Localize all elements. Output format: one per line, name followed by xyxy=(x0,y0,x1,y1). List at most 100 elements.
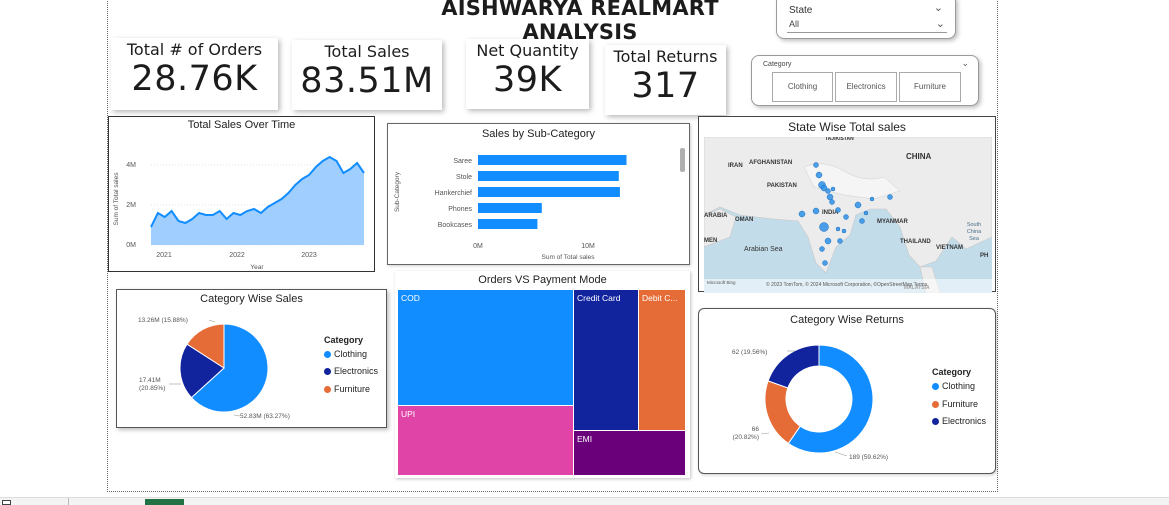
kpi-value: 317 xyxy=(631,66,700,106)
category-chip-electronics[interactable]: Electronics xyxy=(835,72,897,102)
chevron-down-icon[interactable]: ⌄ xyxy=(961,58,969,69)
state-dropdown[interactable]: All ⌄ xyxy=(787,18,947,33)
state-map-panel[interactable]: State Wise Total sales CHINA IRAN AFGHANIS… xyxy=(698,116,996,293)
dashboard-canvas: AISHWARYA REALMART ANALYSIS State ⌄ All … xyxy=(0,0,1169,505)
treemap-tile xyxy=(574,290,638,430)
sales-over-time-panel[interactable]: Total Sales Over Time 0M 2M 4M 2021 2022 2023… xyxy=(108,116,375,272)
state-map[interactable]: CHINAIRAN AFGHANISTANPAKISTANINDIAOMANARA… xyxy=(704,137,992,293)
slice xyxy=(767,344,820,389)
treemap-label: EMI xyxy=(577,434,592,444)
state-dropdown-value: All xyxy=(789,19,800,29)
legend-dot xyxy=(932,401,939,408)
y-axis-title: Sub-Category xyxy=(394,171,401,212)
map-label: TAJIKISTAN xyxy=(825,137,854,142)
category-sales-panel[interactable]: Category Wise Sales 52.83M (63.27%) 17.41… xyxy=(116,289,387,428)
bar xyxy=(478,187,620,197)
data-label: 52.83M (63.27%) xyxy=(240,413,290,420)
legend-item-electronics[interactable]: Electronics xyxy=(932,416,986,426)
sheet-tab-active[interactable] xyxy=(145,499,184,505)
category-returns-panel[interactable]: Category Wise Returns 189 (59.62%) 66 (20.… xyxy=(698,308,996,474)
map-label: MEN xyxy=(704,238,717,244)
map-label: South xyxy=(967,222,981,228)
data-label: (20.82%) xyxy=(733,434,759,441)
map-bubble xyxy=(837,238,843,244)
map-label: THAILAND xyxy=(900,239,931,245)
kpi-card-sales: Total Sales 83.51M xyxy=(292,40,442,110)
state-slicer[interactable]: State ⌄ All ⌄ xyxy=(776,0,956,39)
kpi-value: 39K xyxy=(493,60,562,100)
x-tick-label: 2021 xyxy=(156,252,172,259)
chevron-down-icon: ⌄ xyxy=(935,18,945,30)
kpi-card-orders: Total # of Orders 28.76K xyxy=(111,38,278,110)
leader-line xyxy=(834,451,848,457)
vertical-scrollbar[interactable] xyxy=(680,148,685,172)
category-chip-clothing[interactable]: Clothing xyxy=(772,72,833,102)
map-bubble xyxy=(835,207,841,213)
area-fill xyxy=(151,157,364,245)
data-label: (20.85%) xyxy=(139,385,165,392)
bar xyxy=(478,171,619,181)
kpi-card-quantity: Net Quantity 39K xyxy=(466,39,589,109)
legend-dot xyxy=(324,368,331,375)
legend-dot xyxy=(324,351,331,358)
map-bubble xyxy=(863,210,869,216)
leader-line xyxy=(208,319,216,323)
map-label: MYANMAR xyxy=(877,219,908,225)
map-label: China xyxy=(967,229,982,235)
treemap-label: COD xyxy=(401,293,420,303)
bar xyxy=(478,203,542,213)
legend-item-clothing[interactable]: Clothing xyxy=(324,349,367,359)
x-tick-label: 2022 xyxy=(229,252,245,259)
legend-dot xyxy=(932,418,939,425)
map-bubble xyxy=(819,222,829,232)
divider xyxy=(68,498,69,505)
map-bubble xyxy=(830,186,836,192)
map-bubble xyxy=(812,207,820,215)
y-axis-title: Sum of Total sales xyxy=(113,172,120,226)
legend-item-furniture[interactable]: Furniture xyxy=(932,399,978,409)
x-tick-label: 10M xyxy=(581,243,595,250)
map-bubble xyxy=(869,196,875,202)
legend-label: Electronics xyxy=(334,366,379,376)
payment-mode-panel[interactable]: Orders VS Payment Mode COD UPI Credit Card… xyxy=(395,271,690,478)
x-axis-title: Sum of Total sales xyxy=(542,254,596,261)
x-tick-label: 0M xyxy=(473,243,483,250)
y-category-label: Hankerchief xyxy=(435,190,472,197)
legend-label: Furniture xyxy=(942,399,979,409)
category-chip-furniture[interactable]: Furniture xyxy=(899,72,961,102)
data-label: 13.26M (15.88%) xyxy=(138,317,188,324)
map-label: VIETNAM xyxy=(936,245,963,251)
payment-mode-treemap: COD UPI Credit Card EMI Debit C... xyxy=(398,290,685,475)
map-bubble xyxy=(815,171,823,179)
legend-label: Electronics xyxy=(942,416,987,426)
bar xyxy=(478,155,627,165)
map-bubble xyxy=(826,193,834,201)
chart-title: State Wise Total sales xyxy=(788,120,906,134)
legend-item-furniture[interactable]: Furniture xyxy=(324,384,370,394)
category-sales-pie: 52.83M (63.27%) 17.41M(20.85%) 13.26M (15.… xyxy=(138,317,290,420)
map-bubble xyxy=(887,194,893,200)
y-tick-label: 4M xyxy=(126,162,136,169)
y-tick-label: 0M xyxy=(126,242,136,249)
legend-label: Clothing xyxy=(942,381,976,391)
legend-item-clothing[interactable]: Clothing xyxy=(932,381,975,391)
sales-by-subcategory-chart: Saree Stole Hankerchief Phones Bookcases 0M 10… xyxy=(394,155,627,261)
sales-by-subcategory-panel[interactable]: Sales by Sub-Category Saree Stole Hankerch… xyxy=(387,123,690,265)
map-label: CHINA xyxy=(906,152,932,161)
legend-item-electronics[interactable]: Electronics xyxy=(324,366,378,376)
category-slicer[interactable]: Category ⌄ Clothing Electronics Furnitur… xyxy=(751,55,979,106)
map-bubble xyxy=(813,162,819,168)
data-label: 66 xyxy=(752,426,760,433)
map-bubble xyxy=(841,228,847,234)
legend-dot xyxy=(324,386,331,393)
map-bubble xyxy=(822,260,828,266)
legend-label: Furniture xyxy=(334,384,371,394)
y-category-label: Saree xyxy=(453,158,472,165)
map-logo: Microsoft Bing xyxy=(707,280,736,285)
treemap-label: UPI xyxy=(401,409,415,419)
map-bubble xyxy=(859,218,865,224)
legend-title: Category xyxy=(932,367,972,377)
checkbox[interactable] xyxy=(2,500,11,505)
chevron-down-icon[interactable]: ⌄ xyxy=(934,1,943,14)
kpi-value: 83.51M xyxy=(300,61,434,101)
